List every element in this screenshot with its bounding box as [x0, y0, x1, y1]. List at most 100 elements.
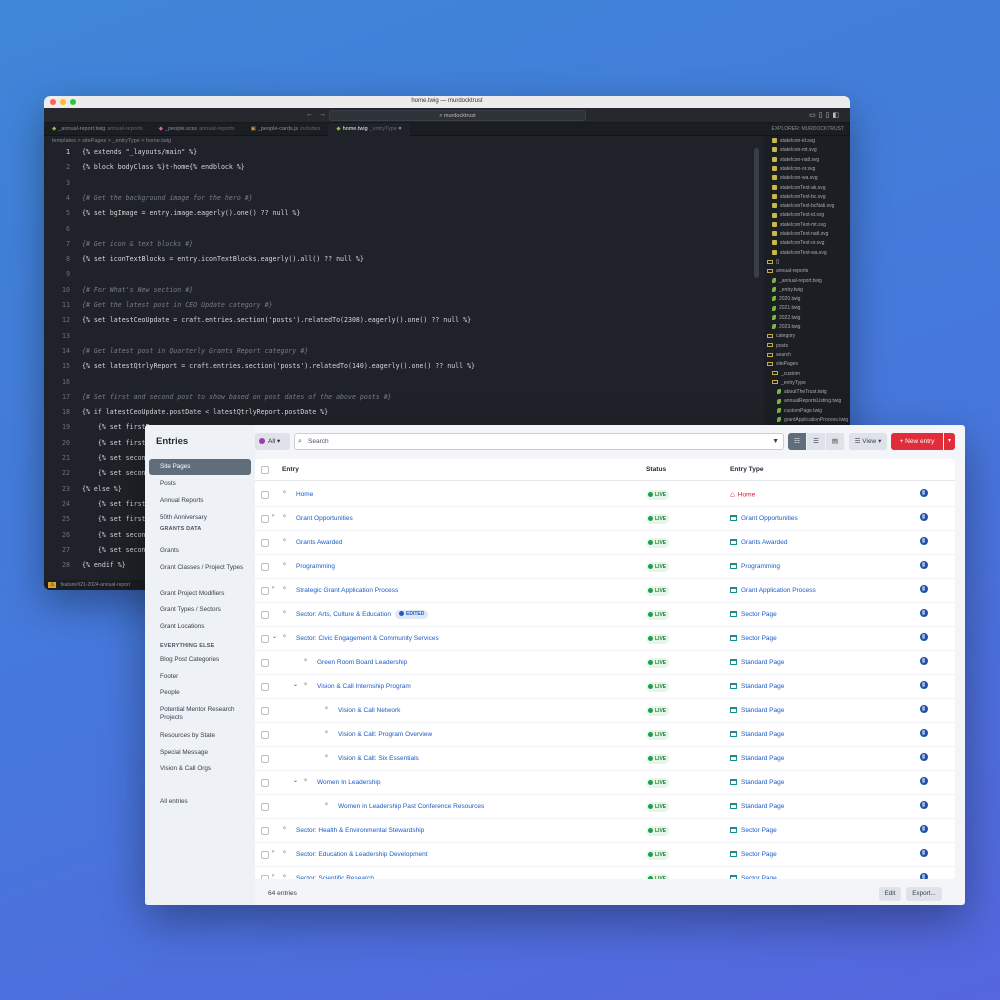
tab-people-cards-js[interactable]: ▣ _people-cards.js includes	[243, 123, 329, 136]
row-checkbox[interactable]	[261, 611, 269, 619]
explorer-item[interactable]: stateIconText-natl.svg	[772, 230, 828, 239]
move-handle-icon[interactable]: ✧	[324, 801, 329, 808]
entry-type-link[interactable]: Grant Opportunities	[730, 507, 798, 531]
row-checkbox[interactable]	[261, 803, 269, 811]
move-handle-icon[interactable]: ✧	[303, 681, 308, 688]
row-checkbox[interactable]	[261, 539, 269, 547]
sidebar-item-people[interactable]: People	[149, 689, 251, 697]
move-handle-icon[interactable]: ✧	[282, 537, 287, 544]
globe-icon[interactable]	[920, 849, 928, 857]
sidebar-item-special-message[interactable]: Special Message	[149, 749, 251, 757]
explorer-item[interactable]: 2020.twig	[772, 295, 800, 304]
move-handle-icon[interactable]: ✧	[282, 609, 287, 616]
table-row[interactable]: ⌄ ✧ Women In Leadership LIVE Standard Page	[255, 771, 955, 795]
table-row[interactable]: ✧ Vision & Call: Program Overview LIVE Stan…	[255, 723, 955, 747]
row-checkbox[interactable]	[261, 515, 269, 523]
table-row[interactable]: › ✧ Sector: Scientific Research LIVE Sector …	[255, 867, 955, 879]
globe-icon[interactable]	[920, 777, 928, 785]
chevron-right-icon[interactable]: ›	[272, 513, 274, 519]
globe-icon[interactable]	[920, 489, 928, 497]
explorer-item[interactable]: stateIconText-mt.svg	[772, 221, 826, 230]
entry-type-link[interactable]: Standard Page	[730, 771, 784, 795]
table-row[interactable]: › ✧ Sector: Education & Leadership Develop…	[255, 843, 955, 867]
table-row[interactable]: ✧ Green Room Board Leadership LIVE Standard…	[255, 651, 955, 675]
row-checkbox[interactable]	[261, 875, 269, 879]
git-branch-label[interactable]: feature/#21-2024-annual-report	[60, 582, 130, 588]
tab-annual-report-twig[interactable]: ◆ _annual-report.twig annual-reports	[44, 123, 151, 136]
explorer-item[interactable]: annualReportsListing.twig	[777, 397, 841, 406]
chevron-right-icon[interactable]: ›	[272, 849, 274, 855]
tab-home-twig[interactable]: ◆ home.twig _entryType ×	[328, 122, 410, 136]
entry-type-link[interactable]: Standard Page	[730, 747, 784, 771]
table-row[interactable]: ✧ Vision & Call: Six Essentials LIVE Standa…	[255, 747, 955, 771]
new-entry-button[interactable]: + New entry	[891, 433, 943, 450]
globe-icon[interactable]	[920, 681, 928, 689]
entry-title-link[interactable]: Sector: Scientific Research	[296, 867, 374, 879]
entry-title-link[interactable]: Grants Awarded	[296, 531, 343, 555]
explorer-item[interactable]: sitePages	[767, 360, 798, 369]
entry-type-link[interactable]: Sector Page	[730, 843, 777, 867]
chevron-down-icon[interactable]: ⌄	[293, 681, 298, 688]
entry-type-link[interactable]: Standard Page	[730, 723, 784, 747]
globe-icon[interactable]	[920, 633, 928, 641]
globe-icon[interactable]	[920, 513, 928, 521]
move-handle-icon[interactable]: ✧	[282, 585, 287, 592]
entry-title-link[interactable]: Sector: Education & Leadership Developme…	[296, 843, 428, 867]
sidebar-item-posts[interactable]: Posts	[149, 480, 251, 488]
cards-view-icon[interactable]: ▤	[826, 433, 845, 450]
move-handle-icon[interactable]: ✧	[282, 513, 287, 520]
sidebar-item-grant-types[interactable]: Grant Types / Sectors	[149, 606, 251, 614]
search-input[interactable]: ⌕ Search ▼	[294, 433, 784, 450]
globe-icon[interactable]	[920, 537, 928, 545]
edit-button[interactable]: Edit	[879, 887, 901, 901]
explorer-item[interactable]: annual-reports	[767, 267, 808, 276]
new-entry-menu-toggle[interactable]: ▾	[944, 433, 955, 450]
explorer-item[interactable]: _entryType	[772, 379, 806, 388]
table-row[interactable]: ⌄ ✧ Sector: Civic Engagement & Community S…	[255, 627, 955, 651]
globe-icon[interactable]	[920, 609, 928, 617]
explorer-item[interactable]: stateIconText-wa.svg	[772, 249, 827, 258]
entry-title-link[interactable]: Women in Leadership Past Conference Reso…	[338, 795, 484, 819]
explorer-item[interactable]: stateIcon-mt.svg	[772, 146, 817, 155]
explorer-item[interactable]: stateIconText-id.svg	[772, 211, 824, 220]
select-all-checkbox[interactable]	[261, 466, 269, 474]
sidebar-item-resources-by-state[interactable]: Resources by State	[149, 732, 251, 740]
row-checkbox[interactable]	[261, 635, 269, 643]
entry-type-link[interactable]: ⌂ Home	[730, 483, 755, 508]
table-row[interactable]: ✧ Sector: Health & Environmental Stewards…	[255, 819, 955, 843]
entry-type-link[interactable]: Sector Page	[730, 603, 777, 627]
warning-icon[interactable]: ⚠	[48, 582, 57, 588]
sidebar-item-grant-classes[interactable]: Grant Classes / Project Types	[149, 564, 251, 572]
entry-title-link[interactable]: Green Room Board Leadership	[317, 651, 407, 675]
filter-icon[interactable]: ▼	[772, 434, 779, 449]
explorer-item[interactable]: _entry.twig	[772, 286, 803, 295]
column-header-entry[interactable]: Entry	[282, 459, 299, 481]
column-header-entry-type[interactable]: Entry Type	[730, 459, 764, 481]
entry-title-link[interactable]: Sector: Health & Environmental Stewardsh…	[296, 819, 424, 843]
explorer-item[interactable]: {}	[767, 258, 779, 267]
row-checkbox[interactable]	[261, 755, 269, 763]
row-checkbox[interactable]	[261, 851, 269, 859]
sidebar-item-blog-post-categories[interactable]: Blog Post Categories	[149, 656, 251, 664]
sidebar-item-annual-reports[interactable]: Annual Reports	[149, 497, 251, 505]
entry-type-link[interactable]: Standard Page	[730, 795, 784, 819]
export-button[interactable]: Export...	[906, 887, 942, 901]
table-row[interactable]: ✧ Programming LIVE Programming	[255, 555, 955, 579]
move-handle-icon[interactable]: ✧	[303, 777, 308, 784]
row-checkbox[interactable]	[261, 731, 269, 739]
entry-title-link[interactable]: Women In Leadership	[317, 771, 380, 795]
explorer-item[interactable]: 2022.twig	[772, 314, 800, 323]
table-row[interactable]: › ✧ Strategic Grant Application Process LIV…	[255, 579, 955, 603]
structure-view-icon[interactable]: ☷	[788, 433, 807, 450]
row-checkbox[interactable]	[261, 707, 269, 715]
globe-icon[interactable]	[920, 825, 928, 833]
globe-icon[interactable]	[920, 729, 928, 737]
chevron-down-icon[interactable]: ⌄	[293, 777, 298, 784]
move-handle-icon[interactable]: ✧	[324, 753, 329, 760]
row-checkbox[interactable]	[261, 683, 269, 691]
layout-toggle-icons[interactable]: ▭▯▯◧	[809, 111, 842, 119]
entry-type-link[interactable]: Sector Page	[730, 627, 777, 651]
sidebar-item-50th-anniversary[interactable]: 50th Anniversary	[149, 514, 251, 522]
sidebar-item-grant-project-modifiers[interactable]: Grant Project Modifiers	[149, 590, 251, 598]
globe-icon[interactable]	[920, 801, 928, 809]
